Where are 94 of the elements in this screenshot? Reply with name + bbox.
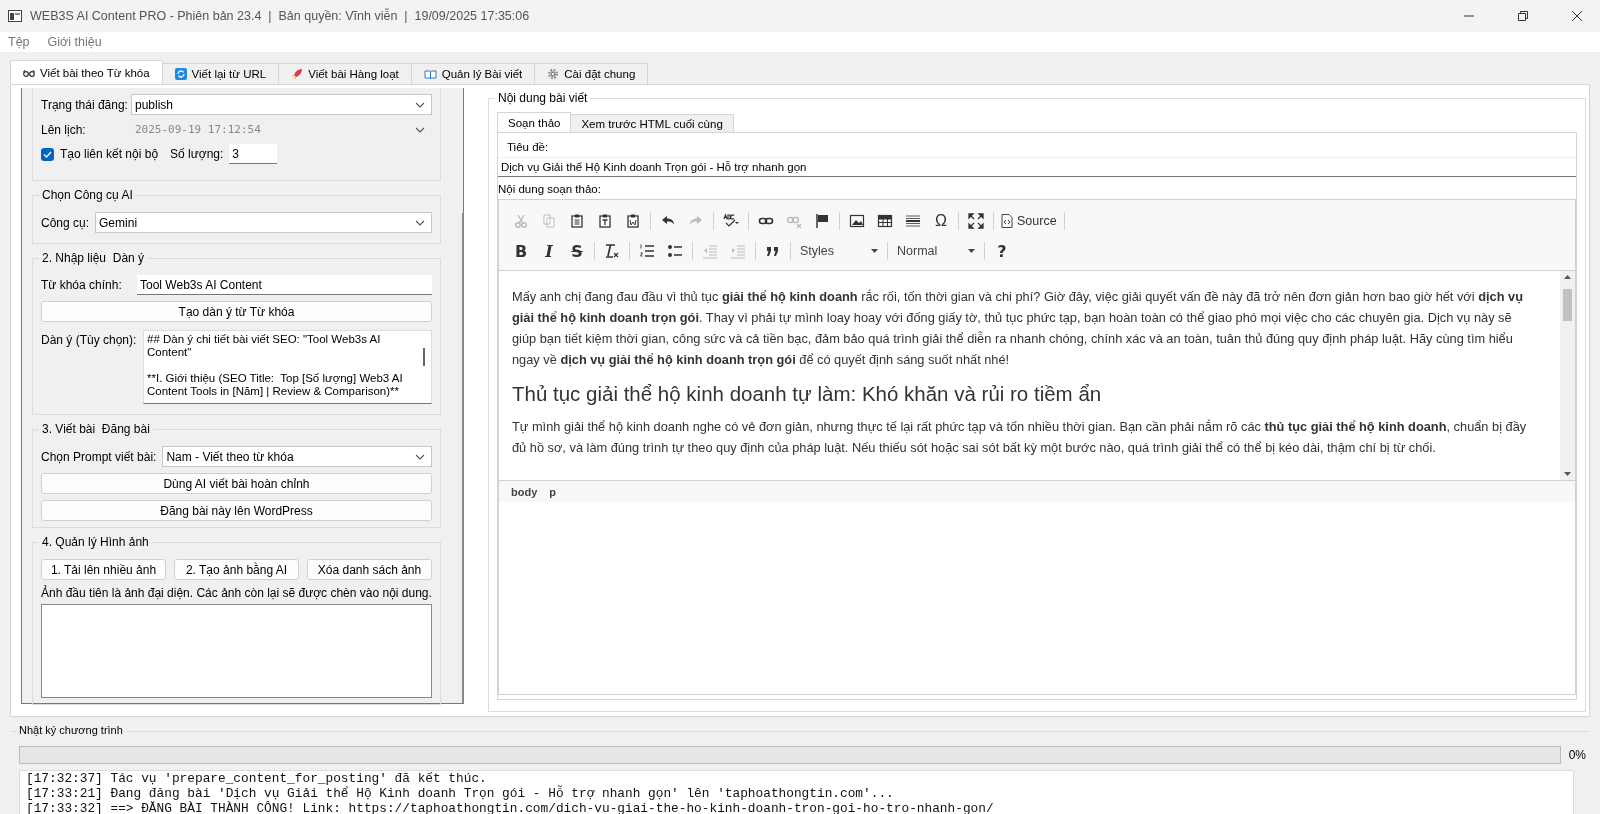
paragraph: Mấy anh chị đang đau đầu vì thủ tục giải thể hộ kinh doanh rắc rối, tốn thời gian và chi phí? Giờ đây, việc giải quyết vấn đề này đã trở nên đơn giản hơn bao giờ hết với dịch vụ giải thể hộ kinh doanh trọn gói. Thay vì phải tự mình loay hoay với đống giấy tờ, thủ tục phức tạp, bạn hoàn toàn có thể giao phó mọi việc cho các chuyên gia. Dịch vụ này sẽ giúp bạn tiết kiệm thời gian, công sức và cả tiền bạc, đảm bảo quá trình giải thể diễn ra nhanh chóng, chính xác và an toàn, tuân thủ đúng quy định pháp luật. Hãy cùng tìm hiểu ngay về dịch vụ giải thể hộ kinh doanh trọn gói để có quyết định sáng suốt nhất nhé!	[512, 288, 1524, 369]
clipboard-word-icon	[625, 213, 641, 229]
action-button[interactable]: Đăng bài này lên WordPress	[41, 500, 432, 521]
group-title: Nội dung bài viết	[495, 91, 591, 105]
group-title: 2. Nhập liệu Dàn ý	[39, 251, 148, 265]
field-label: Nội dung soạn thảo:	[498, 183, 602, 195]
horizontal-line-icon	[905, 213, 921, 229]
caret-icon	[871, 249, 878, 253]
log-line: [17:33:21] Đang đăng bài 'Dịch vụ Giải thể Hộ Kinh doanh Trọn gói - Hỗ trợ nhanh gọn' lên 'taphoathongtin.com'...	[26, 786, 895, 801]
action-button[interactable]: Dùng AI viết bài hoàn chỉnh	[41, 473, 432, 494]
menu-item[interactable]: Giới thiệu	[47, 35, 102, 49]
log-line: [17:33:32] ==> ĐĂNG BÀI THÀNH CÔNG! Link: https://taphoathongtin.com/dich-vu-giai-the-ho-kinh-doanh-tron-goi-ho-tro-nhanh-gon/	[26, 801, 995, 814]
count-field[interactable]: 3	[229, 144, 278, 164]
app-icon	[8, 10, 22, 22]
clear-format-icon	[604, 243, 620, 259]
paragraph: Tự mình giải thể hộ kinh doanh nghe có vẻ đơn giản, nhưng thực tế lại rất phức tạp và tốn nhiều thời gian. Bạn cần phải nắm rõ các thủ tục giải thể hộ kinh doanh, chuẩn bị đầy đủ hồ sơ, và làm đúng trình tự theo quy định của pháp luật. Nếu thiếu sót hoặc sai sót bất kỳ một bước nào, quá trình giải thể có thể bị kéo dài, thậm chí bị từ chối.	[512, 418, 1528, 457]
chevron-down-icon	[415, 219, 425, 226]
image-action-button[interactable]: Xóa danh sách ảnh	[307, 559, 432, 580]
flag-icon	[814, 213, 830, 229]
format-button[interactable]: Ω	[927, 208, 955, 234]
group-title: Nhật ký chương trình	[16, 724, 126, 736]
bulleted-list-icon	[667, 243, 683, 259]
field-label: Trạng thái đăng:	[41, 97, 125, 112]
group-title: Chọn Công cụ AI	[39, 188, 136, 202]
window-title: WEB3S AI Content PRO - Phiên bản 23.4 | Bản quyền: Vĩnh viễn | 19/09/2025 17:35:06	[30, 9, 531, 23]
tab[interactable]: Cài đặt chung	[534, 63, 649, 84]
scroll-thumb[interactable]	[1563, 289, 1572, 321]
rocket-icon	[291, 68, 304, 80]
field-label: Lên lịch:	[41, 122, 87, 137]
progress-reading: 0%	[1568, 748, 1586, 762]
format-button[interactable]: B	[507, 238, 535, 264]
field-label: Chọn Prompt viết bài:	[41, 449, 157, 464]
prompt-dropdown[interactable]: Nam - Viết theo từ khóa	[162, 446, 432, 467]
image-icon	[849, 213, 865, 229]
field-label: Công cụ:	[41, 215, 90, 230]
log-line: [17:32:37] Tác vụ 'prepare_content_for_posting' đã kết thúc.	[26, 771, 488, 786]
keyword-field[interactable]: Tool Web3s AI Content	[137, 275, 432, 295]
gear-icon	[547, 68, 560, 80]
field-label: Số lượng:	[170, 147, 224, 161]
check-icon	[43, 150, 52, 158]
refresh-icon	[174, 68, 187, 80]
format-button[interactable]: S	[563, 238, 591, 264]
outline-text-area[interactable]: ## Dàn ý chi tiết bài viết SEO: "Tool Web3s AI Content" **I. Giới thiệu (SEO Title: Top [Số lượng] Web3 AI Content Tools in [Năm] | Review & Comparison)**	[143, 330, 432, 404]
ai-tool-dropdown[interactable]: Gemini	[95, 212, 432, 233]
scroll-thumb[interactable]	[423, 348, 425, 366]
generate-outline-button[interactable]: Tạo dàn ý từ Từ khóa	[41, 301, 432, 322]
checkbox-label: Tạo liên kết nội bộ	[60, 147, 159, 161]
field-label: Từ khóa chính:	[41, 278, 123, 292]
maximize-icon	[968, 213, 984, 229]
scroll-up-icon	[1564, 275, 1571, 279]
copy-icon	[541, 213, 557, 229]
outdent-icon	[702, 243, 718, 259]
image-list[interactable]	[41, 604, 432, 698]
restore-icon	[1518, 11, 1528, 21]
chevron-down-icon	[415, 101, 425, 108]
clipboard-icon	[569, 213, 585, 229]
menu-item[interactable]: Tệp	[8, 35, 30, 49]
group-title: 3. Viết bài Đăng bài	[39, 422, 153, 436]
source-button[interactable]: Source	[997, 208, 1061, 234]
checkbox[interactable]	[41, 147, 54, 161]
scrollbar[interactable]	[1560, 271, 1575, 480]
tab[interactable]: Viết bài theo Từ khóa	[10, 60, 163, 84]
title-field[interactable]: Dịch vụ Giải thể Hộ Kinh doanh Trọn gói - Hỗ trợ nhanh gọn	[498, 157, 1576, 177]
format-dropdown[interactable]: Normal	[891, 240, 981, 262]
chevron-down-icon	[415, 126, 425, 133]
format-button[interactable]: I	[535, 238, 563, 264]
hint-text: Ảnh đầu tiên là ảnh đại diện. Các ảnh còn lại sẽ được chèn vào nội dung.	[41, 586, 432, 600]
scissors-icon	[513, 213, 529, 229]
document-code-icon	[1001, 214, 1013, 228]
group-title: 4. Quản lý Hình ảnh	[39, 535, 152, 549]
format-dropdown[interactable]: Styles	[794, 240, 884, 262]
image-action-button[interactable]: 1. Tải lên nhiều ảnh	[41, 559, 166, 580]
element-path-item[interactable]: p	[549, 485, 556, 498]
table-icon	[877, 213, 893, 229]
element-path-item[interactable]: body	[511, 485, 538, 498]
spellcheck-icon	[723, 213, 739, 229]
close-icon	[1572, 11, 1582, 21]
indent-icon	[730, 243, 746, 259]
glasses-icon	[23, 68, 35, 77]
format-button[interactable]: ?	[988, 238, 1016, 264]
tab[interactable]: Xem trước HTML cuối cùng	[570, 114, 734, 132]
field-label: Tiêu đề:	[506, 141, 550, 153]
book-icon	[423, 68, 437, 80]
numbered-list-icon	[639, 243, 655, 259]
chevron-down-icon	[415, 453, 425, 460]
tab[interactable]: Soạn thảo	[497, 112, 572, 132]
clipboard-text-icon	[597, 213, 613, 229]
heading: Thủ tục giải thể hộ kinh doanh tự làm: Khó khăn và rủi ro tiềm ẩn	[512, 381, 1103, 407]
status-dropdown[interactable]: publish	[131, 94, 432, 115]
scrollbar[interactable]	[462, 213, 464, 703]
image-action-button[interactable]: 2. Tạo ảnh bằng AI	[174, 559, 299, 580]
field-label: Dàn ý (Tùy chọn):	[41, 332, 137, 347]
scroll-down-icon	[1564, 472, 1571, 476]
caret-icon	[968, 249, 975, 253]
